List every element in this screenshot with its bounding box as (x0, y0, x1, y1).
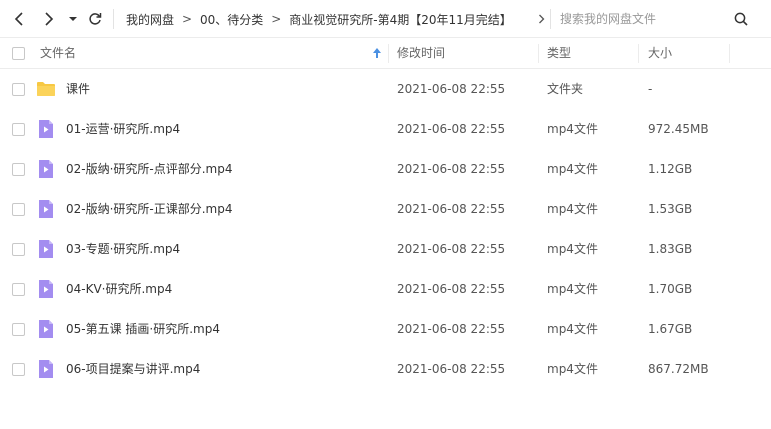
row-checkbox[interactable] (12, 123, 25, 136)
file-modified: 2021-06-08 22:55 (397, 362, 506, 376)
file-name: 04-KV·研究所.mp4 (66, 282, 173, 296)
file-name: 02-版纳·研究所-点评部分.mp4 (66, 162, 233, 176)
video-file-icon (39, 320, 53, 338)
row-checkbox[interactable] (12, 363, 25, 376)
file-type: mp4文件 (547, 122, 598, 136)
file-size: 972.45MB (648, 122, 709, 136)
search-icon (734, 12, 748, 26)
column-header-size[interactable]: 大小 (648, 38, 672, 69)
table-row[interactable]: 06-项目提案与讲评.mp4 2021-06-08 22:55 mp4文件 86… (0, 349, 771, 389)
file-modified: 2021-06-08 22:55 (397, 202, 506, 216)
row-checkbox[interactable] (12, 243, 25, 256)
file-modified: 2021-06-08 22:55 (397, 122, 506, 136)
column-header-name[interactable]: 文件名 (40, 38, 76, 69)
toolbar-divider (113, 9, 114, 29)
file-size: 1.12GB (648, 162, 693, 176)
file-manager-window: 我的网盘 > 00、待分类 > 商业视觉研究所-第4期【20年11月完结】 文件… (0, 0, 771, 429)
video-file-icon (39, 160, 53, 178)
file-size: 1.70GB (648, 282, 693, 296)
file-type: mp4文件 (547, 322, 598, 336)
breadcrumb-separator: > (271, 12, 282, 26)
row-checkbox[interactable] (12, 323, 25, 336)
select-all-checkbox[interactable] (12, 47, 25, 60)
folder-icon (37, 82, 55, 96)
file-type: mp4文件 (547, 202, 598, 216)
file-name: 01-运营·研究所.mp4 (66, 122, 181, 136)
video-file-icon (39, 200, 53, 218)
table-row[interactable]: 课件 2021-06-08 22:55 文件夹 - (0, 69, 771, 109)
column-divider[interactable] (638, 44, 639, 63)
search-button[interactable] (731, 9, 751, 29)
chevron-right-icon (538, 14, 544, 24)
file-size: 1.67GB (648, 322, 693, 336)
video-file-icon (39, 120, 53, 138)
breadcrumb-item-category[interactable]: 00、待分类 (200, 11, 263, 28)
refresh-icon (89, 13, 102, 25)
file-name: 05-第五课 插画·研究所.mp4 (66, 322, 220, 336)
file-modified: 2021-06-08 22:55 (397, 282, 506, 296)
file-size: - (648, 82, 653, 96)
file-modified: 2021-06-08 22:55 (397, 162, 506, 176)
table-row[interactable]: 02-版纳·研究所-正课部分.mp4 2021-06-08 22:55 mp4文… (0, 189, 771, 229)
file-type: 文件夹 (547, 82, 584, 96)
caret-down-icon (69, 17, 77, 21)
file-type: mp4文件 (547, 242, 598, 256)
file-modified: 2021-06-08 22:55 (397, 242, 506, 256)
file-modified: 2021-06-08 22:55 (397, 322, 506, 336)
file-modified: 2021-06-08 22:55 (397, 82, 506, 96)
video-file-icon (39, 360, 53, 378)
column-header-modified[interactable]: 修改时间 (397, 38, 445, 69)
table-row[interactable]: 04-KV·研究所.mp4 2021-06-08 22:55 mp4文件 1.7… (0, 269, 771, 309)
file-size: 1.83GB (648, 242, 693, 256)
table-row[interactable]: 03-专题·研究所.mp4 2021-06-08 22:55 mp4文件 1.8… (0, 229, 771, 269)
breadcrumb-item-current[interactable]: 商业视觉研究所-第4期【20年11月完结】 (289, 11, 512, 28)
breadcrumb-separator: > (181, 12, 193, 26)
file-name: 课件 (66, 82, 91, 96)
file-type: mp4文件 (547, 162, 598, 176)
file-size: 867.72MB (648, 362, 709, 376)
column-divider[interactable] (538, 44, 539, 63)
table-row[interactable]: 05-第五课 插画·研究所.mp4 2021-06-08 22:55 mp4文件… (0, 309, 771, 349)
row-checkbox[interactable] (12, 203, 25, 216)
toolbar: 我的网盘 > 00、待分类 > 商业视觉研究所-第4期【20年11月完结】 (0, 0, 771, 38)
table-row[interactable]: 02-版纳·研究所-点评部分.mp4 2021-06-08 22:55 mp4文… (0, 149, 771, 189)
file-size: 1.53GB (648, 202, 693, 216)
file-list: 课件 2021-06-08 22:55 文件夹 - 01-运营·研究所.mp4 … (0, 69, 771, 389)
search-input[interactable] (560, 7, 732, 31)
breadcrumb: 我的网盘 > 00、待分类 > 商业视觉研究所-第4期【20年11月完结】 (126, 0, 512, 38)
breadcrumb-more-button[interactable] (534, 11, 548, 27)
column-header: 文件名 修改时间 类型 大小 (0, 38, 771, 69)
file-name: 02-版纳·研究所-正课部分.mp4 (66, 202, 233, 216)
column-divider[interactable] (729, 44, 730, 63)
row-checkbox[interactable] (12, 163, 25, 176)
row-checkbox[interactable] (12, 83, 25, 96)
file-type: mp4文件 (547, 282, 598, 296)
history-dropdown-button[interactable] (62, 8, 84, 30)
sort-ascending-icon[interactable] (372, 47, 382, 59)
refresh-button[interactable] (84, 8, 106, 30)
back-button[interactable] (9, 8, 31, 30)
table-row[interactable]: 01-运营·研究所.mp4 2021-06-08 22:55 mp4文件 972… (0, 109, 771, 149)
file-name: 03-专题·研究所.mp4 (66, 242, 181, 256)
forward-button[interactable] (37, 8, 59, 30)
file-name: 06-项目提案与讲评.mp4 (66, 362, 201, 376)
video-file-icon (39, 280, 53, 298)
breadcrumb-item-root[interactable]: 我的网盘 (126, 11, 174, 28)
row-checkbox[interactable] (12, 283, 25, 296)
toolbar-divider (550, 9, 551, 29)
chevron-left-icon (14, 12, 23, 26)
column-header-type[interactable]: 类型 (547, 38, 571, 69)
file-type: mp4文件 (547, 362, 598, 376)
video-file-icon (39, 240, 53, 258)
column-divider[interactable] (388, 44, 389, 63)
chevron-right-icon (45, 12, 54, 26)
